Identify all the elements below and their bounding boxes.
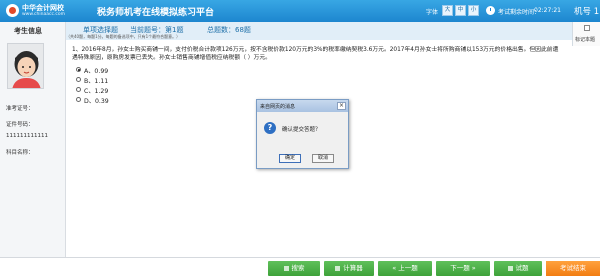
mark-question-label: 标记本题 bbox=[575, 37, 596, 43]
end-exam-button[interactable]: 考试结束 bbox=[546, 261, 600, 276]
examinee-info-title: 考生信息 bbox=[14, 27, 42, 35]
dialog-message: 确认提交答题？ bbox=[282, 127, 321, 133]
cancel-button[interactable]: 取消 bbox=[312, 154, 334, 163]
radio-icon[interactable] bbox=[76, 97, 81, 102]
close-icon[interactable]: × bbox=[337, 102, 346, 110]
font-small-button[interactable]: 小 bbox=[468, 5, 479, 16]
bottom-toolbar: 搜索 计算器 « 上一题 下一题 » 试题 考试结束 bbox=[0, 257, 600, 279]
option-label: C、1.29 bbox=[84, 88, 109, 95]
search-button-label: 搜索 bbox=[291, 264, 305, 272]
logo-mark-icon bbox=[6, 4, 19, 17]
question-mark-icon: ? bbox=[264, 122, 276, 134]
calculator-button[interactable]: 计算器 bbox=[324, 261, 374, 276]
mark-checkbox[interactable] bbox=[584, 25, 590, 31]
previous-question-button[interactable]: « 上一题 bbox=[378, 261, 432, 276]
id-number-value: 111111111111 bbox=[6, 133, 48, 139]
examinee-panel: 考生信息 准考证号： 证件号码： 111111111111 科目名称： bbox=[0, 22, 66, 257]
calculator-button-label: 计算器 bbox=[343, 264, 363, 272]
next-question-button[interactable]: 下一题 » bbox=[436, 261, 490, 276]
search-button[interactable]: 搜索 bbox=[268, 261, 320, 276]
page-title: 税务师机考在线模拟练习平台 bbox=[97, 8, 215, 18]
radio-icon[interactable] bbox=[76, 87, 81, 92]
grid-icon bbox=[507, 265, 513, 271]
radio-icon[interactable] bbox=[76, 67, 81, 72]
font-medium-button[interactable]: 中 bbox=[455, 5, 466, 16]
admission-number-label: 准考证号： bbox=[6, 106, 34, 112]
font-size-label: 字体 bbox=[426, 9, 439, 16]
clock-icon bbox=[486, 6, 495, 15]
dialog-titlebar: 来自网页的消息 × bbox=[257, 100, 348, 112]
previous-question-label: « 上一题 bbox=[392, 264, 418, 272]
id-number-label: 证件号码： bbox=[6, 122, 34, 128]
mark-question-toggle[interactable]: 标记本题 bbox=[572, 22, 600, 46]
option-label: D、0.39 bbox=[84, 98, 109, 105]
ok-button[interactable]: 确定 bbox=[279, 154, 301, 163]
radio-icon[interactable] bbox=[76, 77, 81, 82]
questions-list-label: 试题 bbox=[515, 264, 529, 272]
dialog-title: 来自网页的消息 bbox=[260, 104, 296, 110]
logo: 中华会计网校 www.chinaacc.com bbox=[6, 3, 70, 19]
option-label: B、1.11 bbox=[84, 78, 109, 85]
avatar bbox=[7, 43, 44, 89]
next-question-label: 下一题 » bbox=[450, 264, 476, 272]
time-remaining-value: 02:27:21 bbox=[534, 7, 561, 14]
option-label: A、0.99 bbox=[84, 68, 109, 75]
question-header: 单项选择题 当前题号：第1题 总题数：68题 （共40题，每题1分。每题的备选项… bbox=[66, 22, 572, 40]
machine-number: 机号 1 bbox=[574, 7, 600, 17]
question-instructions: （共40题，每题1分。每题的备选项中，只有1个最符合题意。） bbox=[66, 34, 181, 39]
top-header: 中华会计网校 www.chinaacc.com 税务师机考在线模拟练习平台 字体… bbox=[0, 0, 600, 22]
logo-url: www.chinaacc.com bbox=[22, 12, 65, 17]
search-icon bbox=[283, 265, 289, 271]
font-large-button[interactable]: 大 bbox=[442, 5, 453, 16]
confirm-dialog: 来自网页的消息 × ? 确认提交答题？ 确定 取消 bbox=[256, 99, 349, 169]
calculator-icon bbox=[335, 265, 341, 271]
questions-list-button[interactable]: 试题 bbox=[494, 261, 542, 276]
total-questions: 总题数：68题 bbox=[207, 26, 251, 34]
question-text: 1、2016年8月，孙女士购买商铺一间，支付价税合计款项126万元，按不含税价款… bbox=[72, 47, 559, 61]
subject-name-label: 科目名称： bbox=[6, 150, 34, 156]
